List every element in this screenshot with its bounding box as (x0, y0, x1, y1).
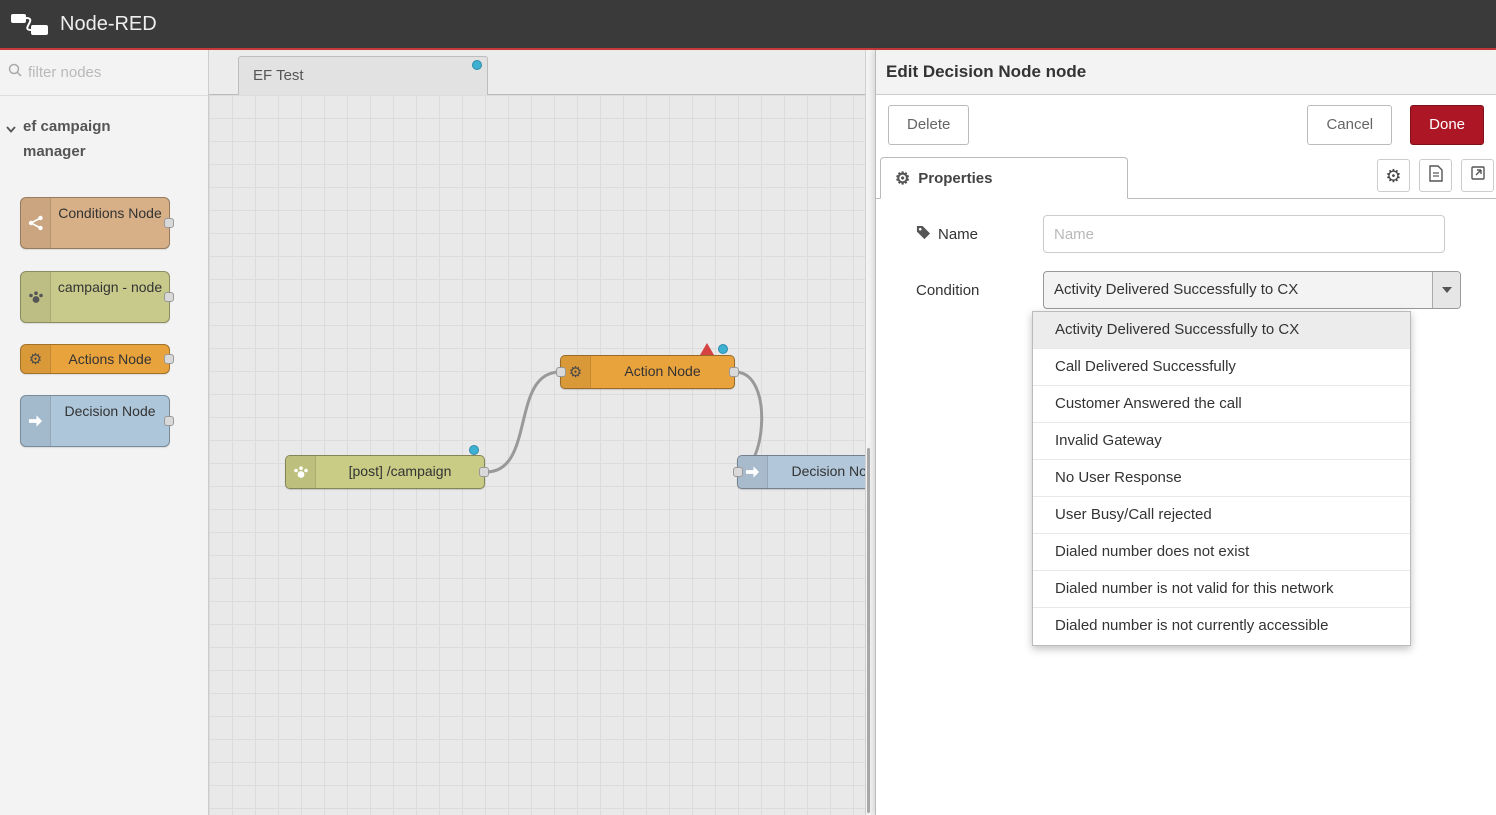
palette-node-label: Conditions Node (51, 198, 169, 228)
dropdown-option[interactable]: Activity Delivered Successfully to CX (1033, 312, 1410, 349)
condition-select[interactable]: Activity Delivered Successfully to CX (1043, 271, 1461, 309)
tray-title: Edit Decision Node node (876, 50, 1496, 95)
canvas-node-label: Action Node (591, 356, 734, 387)
node-palette: ef campaign manager Conditions Node camp… (0, 50, 209, 815)
node-input-port[interactable] (556, 367, 566, 377)
palette-node-decision[interactable]: Decision Node (20, 395, 170, 447)
tray-toolbar: Delete Cancel Done (876, 95, 1496, 155)
gear-icon: ⚙ (1385, 167, 1401, 185)
unsaved-changes-dot (718, 344, 728, 354)
workspace-tab-ef-test[interactable]: EF Test (238, 56, 488, 95)
chevron-down-icon (5, 121, 17, 139)
cancel-button[interactable]: Cancel (1307, 105, 1392, 145)
palette-node-label: campaign - node (51, 272, 169, 302)
palette-node-conditions[interactable]: Conditions Node (20, 197, 170, 249)
palette-search-input[interactable] (28, 64, 188, 81)
edit-node-tray: Edit Decision Node node Delete Cancel Do… (875, 50, 1496, 815)
unsaved-changes-dot (472, 60, 482, 70)
node-settings-button[interactable]: ⚙ (1377, 159, 1410, 192)
flow-canvas: EF Test [post] /campaign ⚙ Action Node (209, 50, 865, 815)
tab-properties-label: Properties (918, 170, 992, 187)
node-edit-form: Name Condition Activity Delivered Succes… (876, 199, 1496, 343)
canvas-node-label: Decision Node (768, 456, 865, 487)
node-appearance-button[interactable] (1461, 159, 1494, 192)
dropdown-option[interactable]: Dialed number does not exist (1033, 534, 1410, 571)
dropdown-option[interactable]: Dialed number is not valid for this netw… (1033, 571, 1410, 608)
dropdown-option[interactable]: Call Delivered Successfully (1033, 349, 1410, 386)
appearance-icon (1470, 165, 1486, 186)
canvas-node-action[interactable]: ⚙ Action Node (560, 355, 735, 389)
condition-label: Condition (888, 282, 1043, 299)
node-output-port[interactable] (164, 292, 174, 302)
node-description-button[interactable] (1419, 159, 1452, 192)
app-title: Node-RED (60, 13, 157, 36)
name-label: Name (888, 225, 1043, 244)
canvas-node-label: [post] /campaign (316, 456, 484, 487)
fork-icon (21, 198, 51, 248)
palette-category-ef-campaign-manager[interactable]: ef campaign manager (0, 96, 208, 164)
unsaved-changes-dot (469, 445, 479, 455)
node-red-logo-icon (10, 11, 50, 37)
node-output-port[interactable] (164, 416, 174, 426)
node-output-port[interactable] (164, 354, 174, 364)
condition-dropdown-menu: Activity Delivered Successfully to CX Ca… (1032, 311, 1411, 646)
palette-node-label: Decision Node (51, 396, 169, 426)
error-marker-icon (700, 343, 714, 355)
done-button[interactable]: Done (1410, 105, 1484, 145)
caret-down-icon (1442, 287, 1452, 293)
palette-node-campaign[interactable]: campaign - node (20, 271, 170, 323)
workspace-tab-label: EF Test (253, 67, 304, 84)
node-output-port[interactable] (164, 218, 174, 228)
workspace-tabbar: EF Test (209, 50, 865, 95)
paw-icon (286, 456, 316, 488)
palette-node-actions[interactable]: ⚙ Actions Node (20, 344, 170, 374)
name-input[interactable] (1043, 215, 1445, 253)
dropdown-option[interactable]: No User Response (1033, 460, 1410, 497)
palette-search (0, 50, 208, 96)
dropdown-option[interactable]: Invalid Gateway (1033, 423, 1410, 460)
canvas-scrollbar-thumb[interactable] (867, 448, 870, 813)
condition-row: Condition Activity Delivered Successfull… (888, 271, 1484, 309)
arrow-right-icon (21, 396, 51, 446)
canvas-node-http-post-campaign[interactable]: [post] /campaign (285, 455, 485, 489)
node-output-port[interactable] (479, 467, 489, 477)
canvas-grid[interactable]: [post] /campaign ⚙ Action Node Decision … (209, 95, 865, 815)
app-header: Node-RED (0, 0, 1496, 50)
paw-icon (21, 272, 51, 322)
dropdown-option[interactable]: Dialed number is not currently accessibl… (1033, 608, 1410, 645)
name-row: Name (888, 215, 1484, 253)
search-icon (8, 63, 22, 82)
canvas-node-decision[interactable]: Decision Node (737, 455, 865, 489)
gear-icon: ⚙ (895, 170, 910, 187)
tag-icon (916, 225, 931, 244)
palette-node-label: Actions Node (51, 345, 169, 373)
dropdown-option[interactable]: Customer Answered the call (1033, 386, 1410, 423)
tab-properties[interactable]: ⚙ Properties (880, 157, 1128, 199)
document-icon (1429, 165, 1443, 187)
dropdown-option[interactable]: User Busy/Call rejected (1033, 497, 1410, 534)
node-output-port[interactable] (729, 367, 739, 377)
condition-select-button[interactable] (1432, 272, 1460, 308)
gears-icon: ⚙ (21, 345, 51, 373)
condition-select-value: Activity Delivered Successfully to CX (1044, 272, 1430, 308)
node-input-port[interactable] (733, 467, 743, 477)
delete-button[interactable]: Delete (888, 105, 969, 145)
palette-category-label: ef campaign manager (23, 114, 145, 164)
editor-tab-row: ⚙ Properties ⚙ (876, 155, 1496, 199)
wire[interactable] (486, 372, 560, 472)
editor-tab-icons: ⚙ (1377, 159, 1494, 192)
